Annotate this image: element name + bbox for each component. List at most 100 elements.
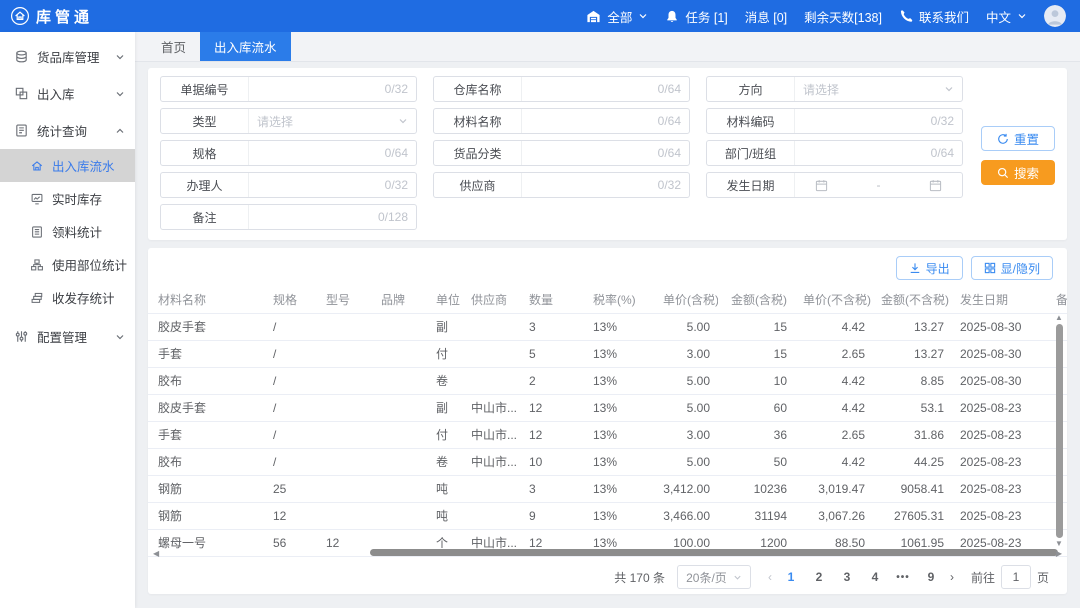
contact-item[interactable]: 联系我们 xyxy=(899,7,969,26)
table-row[interactable]: 胶布/卷中山市...1013%5.00504.4244.252025-08-23 xyxy=(148,448,1067,475)
next-page-button[interactable]: › xyxy=(950,570,954,584)
table-cell: / xyxy=(265,340,318,367)
vertical-scrollbar-thumb[interactable] xyxy=(1056,324,1063,538)
column-header[interactable]: 发生日期 xyxy=(952,286,1048,313)
field-handler: 办理人 0/32 xyxy=(160,172,417,198)
language-dropdown[interactable]: 中文 xyxy=(986,7,1027,26)
table-cell: 2025-08-30 xyxy=(952,340,1048,367)
table-row[interactable]: 钢筋25吨313%3,412.00102363,019.479058.41202… xyxy=(148,475,1067,502)
page-button[interactable]: 3 xyxy=(836,570,858,584)
scroll-right-arrow-icon[interactable]: ▶ xyxy=(1056,549,1062,558)
field-department: 部门/班组 0/64 xyxy=(706,140,963,166)
table-cell: / xyxy=(265,367,318,394)
field-direction[interactable]: 方向 请选择 xyxy=(706,76,963,102)
page-button[interactable]: 4 xyxy=(864,570,886,584)
column-header[interactable]: 备注 xyxy=(1048,286,1067,313)
table-row[interactable]: 手套/付中山市...1213%3.00362.6531.862025-08-23 xyxy=(148,421,1067,448)
pagination-ellipsis[interactable]: ••• xyxy=(892,572,914,583)
tasks-item[interactable]: 任务 [1] xyxy=(665,7,727,26)
calendar-icon[interactable] xyxy=(815,179,828,192)
contact-label: 联系我们 xyxy=(919,7,969,26)
material-name-input[interactable] xyxy=(530,109,654,133)
material-code-input[interactable] xyxy=(803,109,927,133)
page-button[interactable]: 1 xyxy=(780,570,802,584)
column-header[interactable]: 规格 xyxy=(265,286,318,313)
table-row[interactable]: 钢筋12吨913%3,466.00311943,067.2627605.3120… xyxy=(148,502,1067,529)
reset-button[interactable]: 重置 xyxy=(981,126,1055,151)
table-cell xyxy=(373,475,428,502)
warehouse-input[interactable] xyxy=(530,77,654,101)
table-row[interactable]: 胶布/卷213%5.00104.428.852025-08-30 xyxy=(148,367,1067,394)
char-counter: 0/32 xyxy=(658,178,681,192)
export-button[interactable]: 导出 xyxy=(896,256,963,280)
supplier-input[interactable] xyxy=(530,173,654,197)
column-header[interactable]: 材料名称 xyxy=(148,286,265,313)
columns-button-label: 显/隐列 xyxy=(1001,260,1040,277)
department-input[interactable] xyxy=(803,141,927,165)
calendar-icon[interactable] xyxy=(929,179,942,192)
date-range-separator: - xyxy=(877,178,881,192)
horizontal-scrollbar-thumb[interactable] xyxy=(370,549,1058,556)
column-header[interactable]: 数量 xyxy=(521,286,585,313)
sidebar-item-label: 实时库存 xyxy=(52,189,102,208)
page-button[interactable]: 2 xyxy=(808,570,830,584)
table-cell xyxy=(318,313,373,340)
field-label: 材料编码 xyxy=(707,109,795,133)
field-label: 办理人 xyxy=(161,173,249,197)
sidebar-item-label: 领料统计 xyxy=(52,222,102,241)
column-header[interactable]: 金额(含税) xyxy=(718,286,795,313)
scroll-down-arrow-icon[interactable]: ▼ xyxy=(1055,540,1063,548)
sidebar-item-usage-position-stats[interactable]: 使用部位统计 xyxy=(0,248,135,281)
column-header[interactable]: 供应商 xyxy=(463,286,521,313)
table-row[interactable]: 手套/付513%3.00152.6513.272025-08-30 xyxy=(148,340,1067,367)
messages-item[interactable]: 消息 [0] xyxy=(745,7,787,26)
sidebar-item-realtime-stock[interactable]: 实时库存 xyxy=(0,182,135,215)
horizontal-scrollbar[interactable]: ◀ ▶ xyxy=(148,548,1067,558)
remark-input[interactable] xyxy=(257,205,374,229)
tab-inout-flow[interactable]: 出入库流水 xyxy=(200,32,291,61)
table-row[interactable]: 胶皮手套/副313%5.00154.4213.272025-08-30 xyxy=(148,313,1067,340)
days-left-item[interactable]: 剩余天数[138] xyxy=(804,7,882,26)
column-header[interactable]: 品牌 xyxy=(373,286,428,313)
table-cell: / xyxy=(265,313,318,340)
category-input[interactable] xyxy=(530,141,654,165)
vertical-scrollbar[interactable]: ▲ ▼ xyxy=(1053,314,1065,548)
column-header[interactable]: 单价(不含税) xyxy=(795,286,873,313)
warehouse-scope-dropdown[interactable]: 全部 xyxy=(586,7,648,26)
table-cell: 2025-08-23 xyxy=(952,448,1048,475)
table-cell: 50 xyxy=(718,448,795,475)
prev-page-button[interactable]: ‹ xyxy=(768,570,772,584)
spec-input[interactable] xyxy=(257,141,381,165)
report-icon xyxy=(14,123,29,138)
handler-input[interactable] xyxy=(257,173,381,197)
sidebar-item-in-out[interactable]: 出入库 xyxy=(0,75,135,112)
sidebar-item-material-stats[interactable]: 领料统计 xyxy=(0,215,135,248)
table-row[interactable]: 胶皮手套/副中山市...1213%5.00604.4253.12025-08-2… xyxy=(148,394,1067,421)
sidebar-item-inout-flow[interactable]: 出入库流水 xyxy=(0,149,135,182)
sidebar-item-inout-balance-stats[interactable]: 收发存统计 xyxy=(0,281,135,314)
column-header[interactable]: 型号 xyxy=(318,286,373,313)
sidebar-item-config[interactable]: 配置管理 xyxy=(0,318,135,355)
tab-home[interactable]: 首页 xyxy=(147,32,200,61)
field-label: 发生日期 xyxy=(707,173,795,197)
column-header[interactable]: 金额(不含税) xyxy=(873,286,952,313)
field-date-range[interactable]: 发生日期 - xyxy=(706,172,963,198)
goto-page-input[interactable] xyxy=(1001,565,1031,589)
column-header[interactable]: 单位 xyxy=(428,286,463,313)
column-header[interactable]: 税率(%) xyxy=(585,286,655,313)
page-size-select[interactable]: 20条/页 xyxy=(677,565,751,589)
char-counter: 0/64 xyxy=(931,146,954,160)
scroll-up-arrow-icon[interactable]: ▲ xyxy=(1055,314,1063,322)
search-button[interactable]: 搜索 xyxy=(981,160,1055,185)
sidebar-item-stats-query[interactable]: 统计查询 xyxy=(0,112,135,149)
user-avatar[interactable] xyxy=(1044,5,1066,27)
scroll-left-arrow-icon[interactable]: ◀ xyxy=(153,549,159,558)
show-hide-columns-button[interactable]: 显/隐列 xyxy=(971,256,1053,280)
page-button[interactable]: 9 xyxy=(920,570,942,584)
column-header[interactable]: 单价(含税) xyxy=(655,286,718,313)
field-label: 规格 xyxy=(161,141,249,165)
field-type[interactable]: 类型 请选择 xyxy=(160,108,417,134)
field-label: 备注 xyxy=(161,205,249,229)
doc-no-input[interactable] xyxy=(257,77,381,101)
sidebar-item-goods-db[interactable]: 货品库管理 xyxy=(0,38,135,75)
